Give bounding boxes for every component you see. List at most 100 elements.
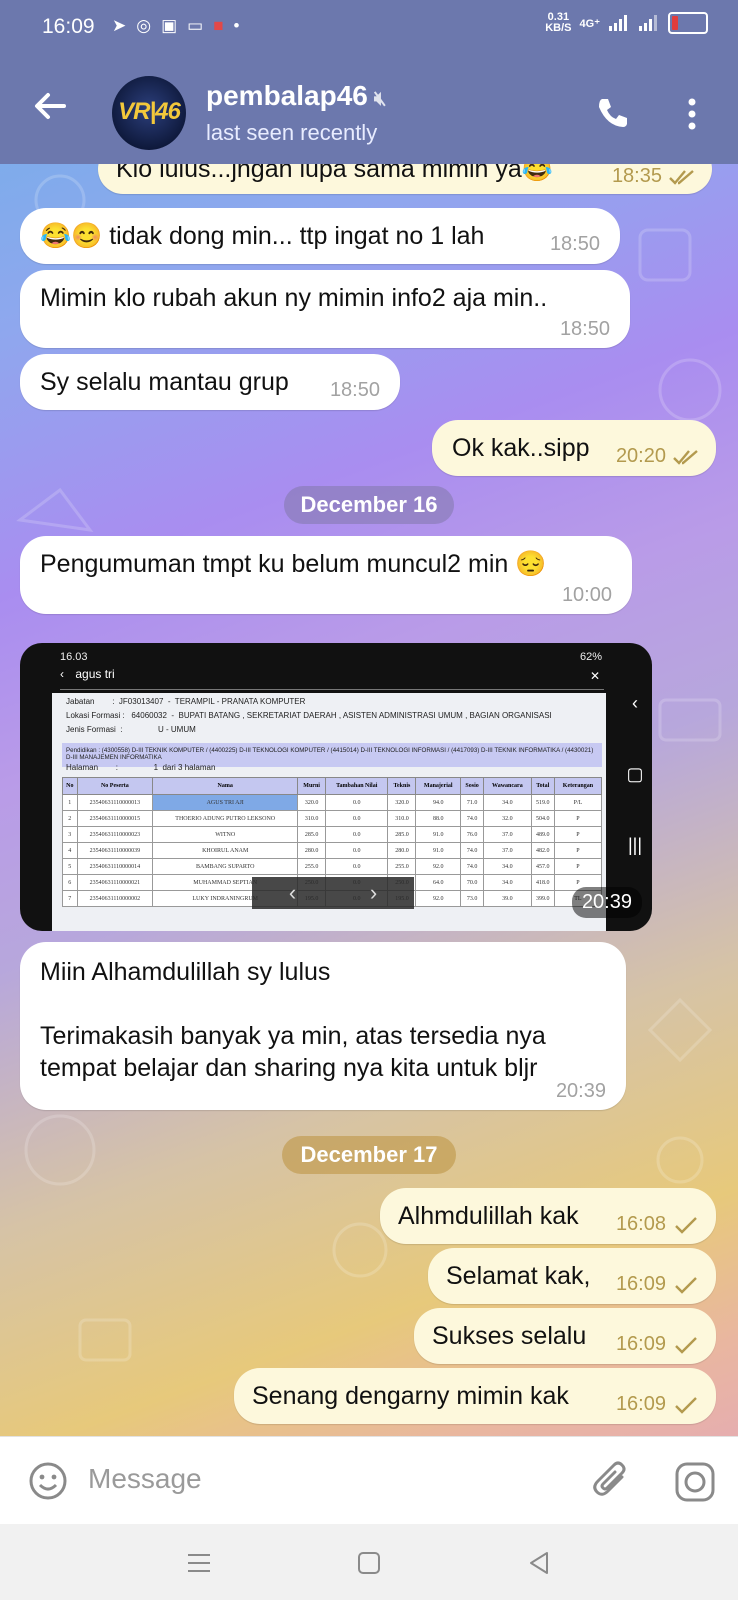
table-cell: 23540631110000015: [76, 810, 154, 827]
message-meta: 16:09: [616, 1273, 700, 1296]
table-cell: 280.0: [387, 842, 417, 859]
check-icon: [675, 1276, 697, 1294]
table-cell: 1: [62, 794, 78, 811]
avatar-logo: VR|46: [118, 98, 181, 125]
table-cell: 418.0: [530, 874, 555, 891]
table-header-cell: No: [62, 777, 78, 795]
table-header-cell: Tambahan Nilai: [324, 777, 389, 795]
message-bubble-outgoing[interactable]: Sukses selalu 16:09: [414, 1308, 716, 1364]
message-bubble-outgoing[interactable]: Klo lulus...jngan lupa sama mimin ya😂 18…: [98, 164, 712, 194]
more-vert-icon[interactable]: [680, 96, 704, 132]
message-text: Sy selalu mantau grup: [40, 368, 289, 396]
contact-name[interactable]: pembalap46 🔇︎: [206, 80, 386, 112]
table-row: 1 23540631110000013 AGUS TRI AJI 320.0 0.0 32…: [62, 794, 603, 811]
system-nav-bar: [0, 1524, 738, 1600]
home-square-icon: ▢: [626, 764, 644, 784]
table-cell: 3: [62, 826, 78, 843]
message-input[interactable]: Message: [88, 1463, 202, 1495]
battery-icon: [668, 12, 708, 34]
message-time: 16:09: [615, 1333, 666, 1355]
table-cell: 88.0: [415, 810, 462, 827]
check-icon: [675, 1216, 697, 1234]
screenshot-battery: 62%: [579, 651, 602, 663]
table-cell: 74.0: [460, 842, 485, 859]
table-cell: 0.0: [324, 842, 389, 859]
table-cell: 76.0: [460, 826, 485, 843]
screenshot-side-nav: ‹ ▢ |||: [624, 693, 646, 856]
notification-icons: ➤ ◎ ▣ ▭ ■ •: [112, 16, 239, 36]
table-cell: 23540631110000002: [76, 890, 154, 907]
message-bubble-incoming[interactable]: Pengumuman tmpt ku belum muncul2 min 😔 1…: [20, 536, 632, 614]
table-cell: 74.0: [460, 810, 485, 827]
table-cell: P/L: [553, 794, 603, 811]
message-text: Klo lulus...jngan lupa sama mimin ya😂: [116, 164, 553, 183]
avatar[interactable]: VR|46: [112, 76, 186, 150]
paperclip-icon[interactable]: [592, 1459, 632, 1503]
table-cell: 504.0: [530, 810, 555, 827]
message-bubble-incoming[interactable]: Mimin klo rubah akun ny mimin info2 aja …: [20, 270, 630, 348]
message-meta: 18:50: [560, 318, 610, 341]
whatsapp-icon: ◎: [136, 16, 152, 35]
table-row: 5 23540631110000014 BAMBANG SUPARTO 255.0 0.…: [62, 858, 603, 875]
screenshot-nav-overlay: ‹ ›: [252, 877, 414, 909]
message-list[interactable]: Klo lulus...jngan lupa sama mimin ya😂 18…: [0, 164, 738, 1436]
phone-icon[interactable]: [594, 96, 630, 132]
message-bubble-incoming[interactable]: Sy selalu mantau grup 18:50: [20, 354, 400, 410]
table-cell: 285.0: [297, 826, 326, 843]
message-bubble-outgoing[interactable]: Senang dengarny mimin kak 16:09: [234, 1368, 716, 1424]
table-cell: 320.0: [387, 794, 417, 811]
instagram-camera-icon[interactable]: [674, 1461, 716, 1503]
emoji-icon[interactable]: [28, 1461, 68, 1501]
message-meta: 10:00: [562, 584, 612, 607]
table-cell: 70.0: [460, 874, 485, 891]
message-bubble-outgoing[interactable]: Selamat kak, 16:09: [428, 1248, 716, 1304]
table-cell: 310.0: [297, 810, 326, 827]
message-time: 16:08: [615, 1213, 666, 1235]
status-bar: 16:09 ➤ ◎ ▣ ▭ ■ • 0.31 KB/S 4G⁺: [0, 0, 738, 56]
next-icon: ›: [369, 880, 378, 905]
photo-message[interactable]: 16.03 62% ‹ agus tri ✕ Jabatan : JF03013…: [20, 643, 652, 931]
message-text: Selamat kak,: [446, 1262, 591, 1290]
doc-jabatan: Jabatan : JF03013407 - TERAMPIL - PRANAT…: [66, 697, 306, 706]
table-cell: 285.0: [387, 826, 417, 843]
message-text: Mimin klo rubah akun ny mimin info2 aja …: [40, 284, 548, 312]
message-meta: 18:50: [330, 379, 380, 402]
message-bubble-incoming[interactable]: 😂😊 tidak dong min... ttp ingat no 1 lah …: [20, 208, 620, 264]
table-cell: P: [553, 858, 603, 875]
message-bubble-incoming[interactable]: Miin Alhamdulillah sy lulus Terimakasih …: [20, 942, 626, 1110]
table-cell: 23540631110000023: [76, 826, 154, 843]
message-bubble-outgoing[interactable]: Alhmdulillah kak 16:08: [380, 1188, 716, 1244]
table-cell: 23540631110000014: [76, 858, 154, 875]
recents-icon: |||: [627, 835, 643, 855]
message-input-bar: Message: [0, 1436, 738, 1525]
alert-icon: ■: [213, 16, 224, 35]
table-cell: P: [553, 810, 603, 827]
screenshot-search-bar: ‹ agus tri ✕: [60, 667, 604, 690]
muted-icon: 🔇︎: [373, 88, 387, 110]
back-arrow-icon[interactable]: [30, 86, 70, 126]
home-icon[interactable]: [356, 1550, 382, 1576]
table-cell: 6: [62, 874, 78, 891]
message-bubble-outgoing[interactable]: Ok kak..sipp 20:20: [432, 420, 716, 476]
table-cell: 71.0: [460, 794, 485, 811]
sim-icon: ▭: [187, 16, 204, 35]
table-cell: 94.0: [415, 794, 462, 811]
table-cell: 280.0: [297, 842, 326, 859]
table-cell: 0.0: [324, 794, 389, 811]
back-triangle-icon[interactable]: [526, 1550, 552, 1576]
chevron-left-icon: ‹: [60, 667, 64, 681]
message-meta: 20:39: [556, 1080, 606, 1103]
table-cell: 39.0: [483, 890, 532, 907]
chevron-left-icon: ‹: [632, 693, 638, 713]
table-cell: 310.0: [387, 810, 417, 827]
table-cell: 92.0: [415, 890, 462, 907]
message-meta: 16:09: [616, 1333, 700, 1356]
screenshot-search-query: agus tri: [75, 667, 115, 681]
table-header-cell: No Peserta: [76, 777, 154, 795]
message-text: Pengumuman tmpt ku belum muncul2 min 😔: [40, 550, 547, 578]
telegram-icon: ➤: [112, 16, 127, 35]
table-row: 4 23540631110000039 KHOIRUL ANAM 280.0 0.0 28…: [62, 842, 603, 859]
message-text: 😂😊 tidak dong min... ttp ingat no 1 lah: [40, 222, 485, 250]
table-cell: THOERIO ADUNG PUTRO LEKSONO: [152, 810, 299, 827]
menu-icon[interactable]: [186, 1550, 212, 1576]
